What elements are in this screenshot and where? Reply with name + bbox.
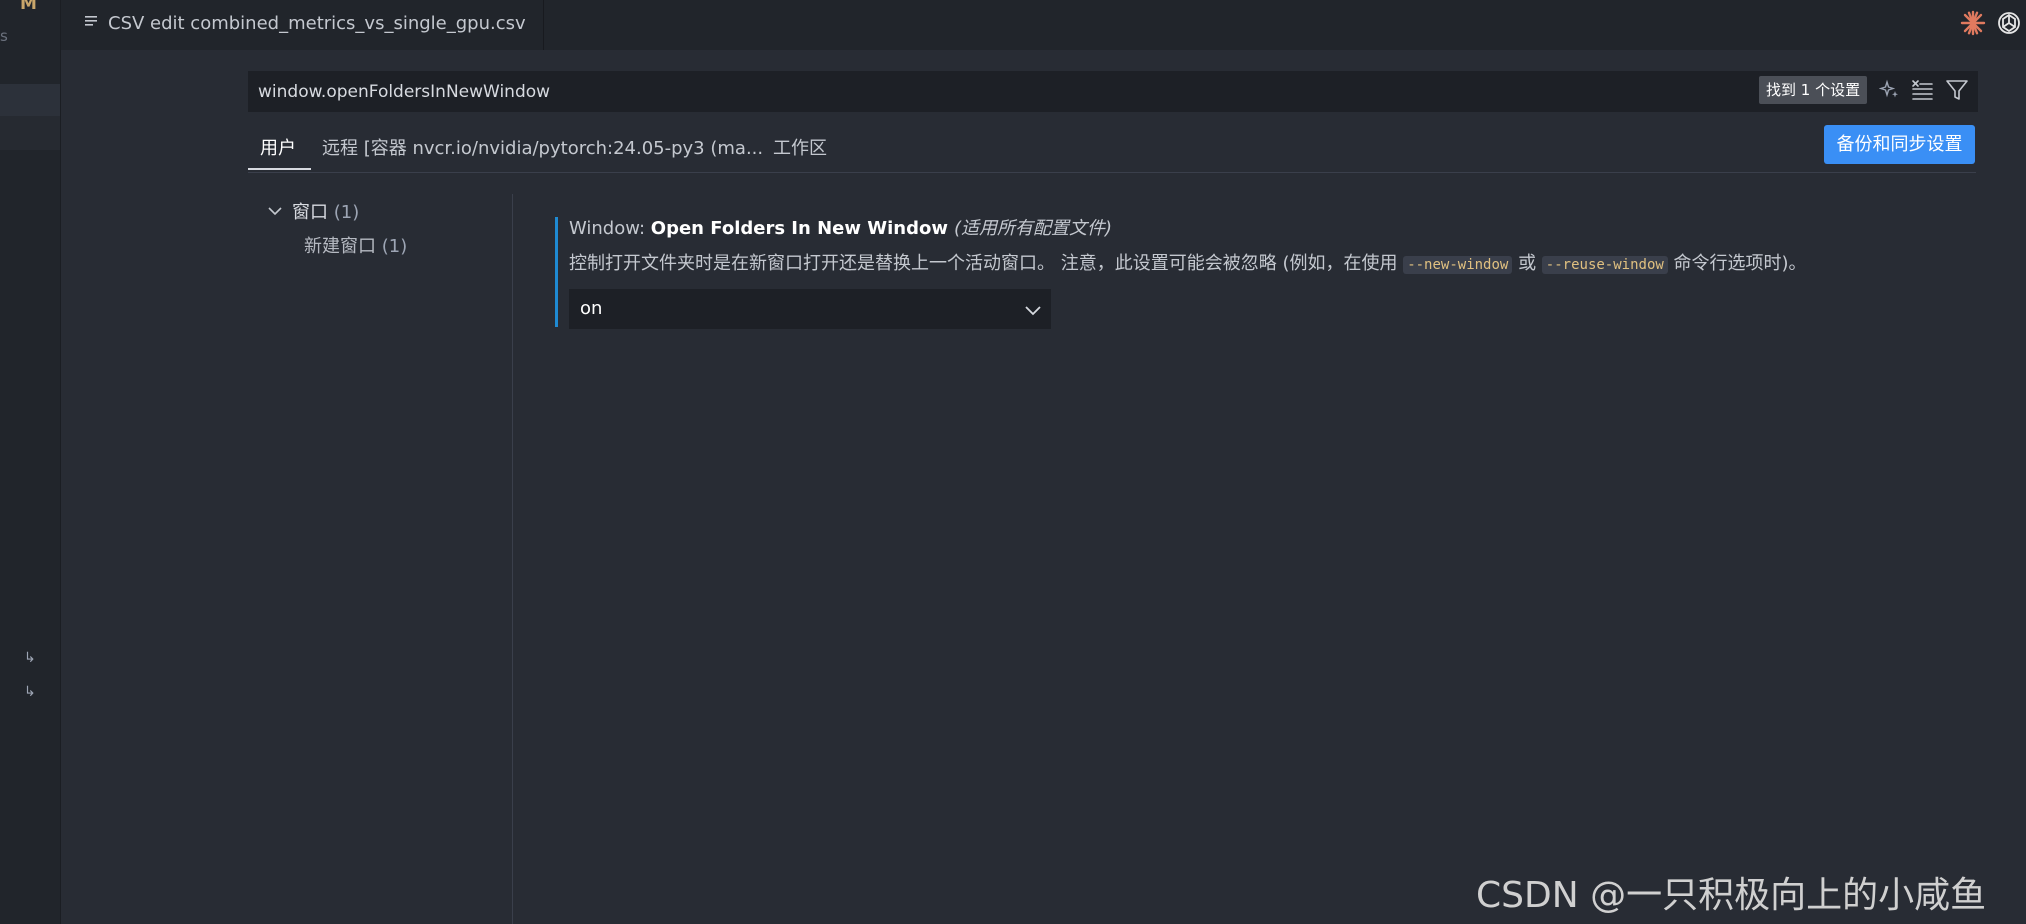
description-text: 命令行选项时)。 xyxy=(1667,253,1807,274)
code-reuse-window: --reuse-window xyxy=(1541,256,1668,274)
chevron-down-icon xyxy=(1025,306,1041,316)
setting-scope: (适用所有配置文件) xyxy=(953,218,1113,239)
truncated-text: s xyxy=(0,27,8,45)
chevron-down-icon[interactable] xyxy=(267,203,283,219)
code-new-window: --new-window xyxy=(1403,256,1513,274)
activity-item[interactable] xyxy=(0,116,60,150)
tab-remote[interactable]: 远程 [容器 nvcr.io/nvidia/pytorch:24.05-py3 … xyxy=(322,134,763,160)
setting-name: Open Folders In New Window xyxy=(650,218,948,239)
modified-marker: M xyxy=(20,0,37,14)
editor-tab-label[interactable]: CSV edit combined_metrics_vs_single_gpu.… xyxy=(108,13,526,34)
backup-sync-button[interactable]: 备份和同步设置 xyxy=(1824,125,1975,164)
openai-icon[interactable] xyxy=(1996,10,2022,36)
return-arrow-icon[interactable]: ↳ xyxy=(24,684,36,700)
toc-item-window[interactable]: 窗口 (1) xyxy=(292,198,359,224)
return-arrow-icon[interactable]: ↳ xyxy=(24,650,36,666)
dropdown-selected-value: on xyxy=(580,298,603,319)
active-tab-indicator xyxy=(248,168,311,170)
clear-filter-icon[interactable] xyxy=(1910,78,1934,102)
header-divider xyxy=(248,172,1976,173)
watermark: CSDN @一只积极向上的小咸鱼 xyxy=(1476,875,1987,916)
tab-workspace[interactable]: 工作区 xyxy=(773,134,827,160)
description-text: 或 xyxy=(1512,253,1542,274)
sparkle-icon[interactable] xyxy=(1879,79,1901,101)
setting-category: Window: xyxy=(569,218,651,239)
setting-title: Window: Open Folders In New Window (适用所有配… xyxy=(569,214,1112,240)
modified-indicator-bar xyxy=(555,217,558,327)
activity-item-selected[interactable] xyxy=(0,84,60,116)
toc-item-label: 窗口 xyxy=(292,202,328,223)
activity-strip: M s ↳ ↳ xyxy=(0,0,61,924)
file-lines-icon xyxy=(85,16,97,26)
toc-divider xyxy=(512,194,513,924)
setting-value-dropdown[interactable]: on xyxy=(569,289,1051,329)
description-text: 控制打开文件夹时是在新窗口打开还是替换上一个活动窗口。 注意，此设置可能会被忽略… xyxy=(569,253,1404,274)
toc-item-count: (1) xyxy=(381,236,408,257)
toc-item-count: (1) xyxy=(333,202,360,223)
settings-search-box[interactable] xyxy=(248,71,1978,112)
toc-item-label: 新建窗口 xyxy=(304,236,376,257)
toc-item-new-window[interactable]: 新建窗口 (1) xyxy=(304,232,407,258)
search-result-count: 找到 1 个设置 xyxy=(1759,76,1868,104)
tab-user[interactable]: 用户 xyxy=(260,134,296,160)
filter-icon[interactable] xyxy=(1945,78,1969,102)
settings-search-input[interactable] xyxy=(258,72,1758,111)
claude-burst-icon[interactable] xyxy=(1960,10,1986,36)
setting-description: 控制打开文件夹时是在新窗口打开还是替换上一个活动窗口。 注意，此设置可能会被忽略… xyxy=(569,249,1807,275)
